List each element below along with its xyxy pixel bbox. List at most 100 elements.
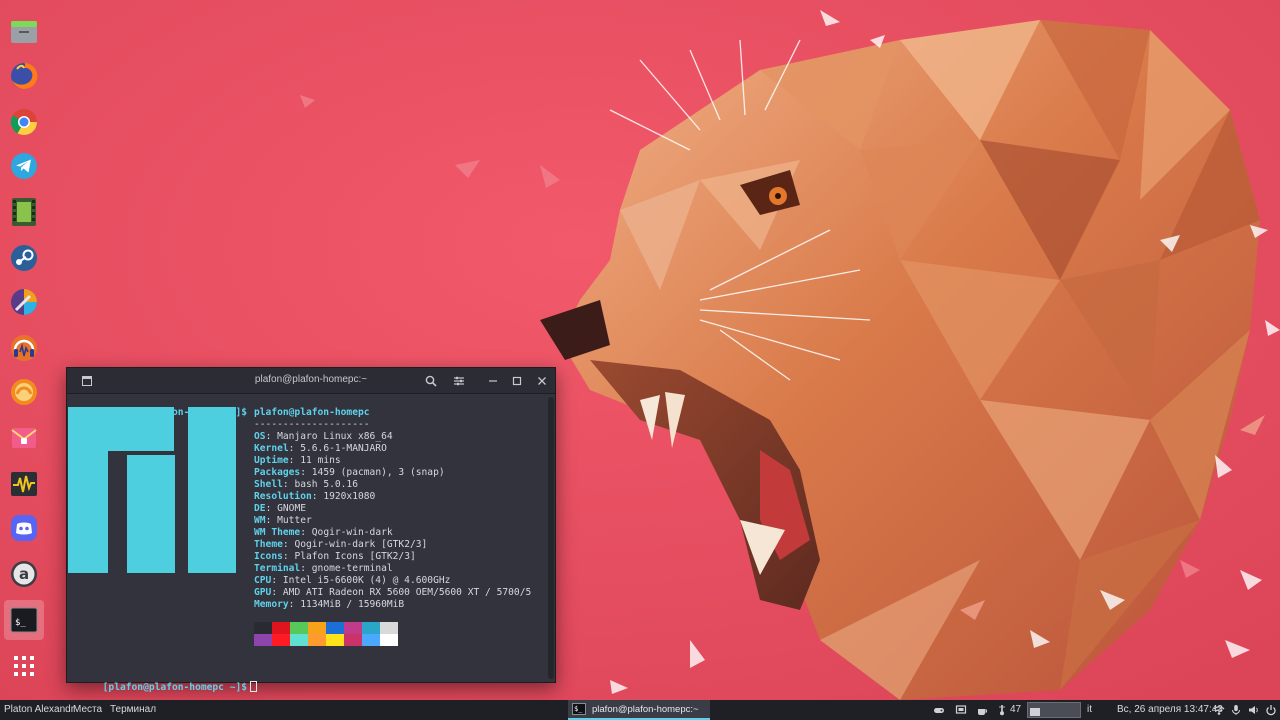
- files-icon: [11, 21, 37, 43]
- separator-line: --------------------: [254, 419, 370, 430]
- info-line: Shell: bash 5.0.16: [254, 479, 358, 490]
- color-swatch: [290, 634, 308, 646]
- audio-app-icon: [11, 335, 37, 361]
- tray-volume[interactable]: [1248, 704, 1260, 716]
- volume-icon: [1249, 706, 1258, 714]
- task-title: plafon@plafon-homepc:~: [592, 703, 699, 715]
- system-load-graph[interactable]: [1027, 702, 1081, 718]
- user-menu[interactable]: Platon Alexandr: [4, 704, 74, 715]
- info-key: Icons: [254, 551, 283, 562]
- terminal-icon: $_: [10, 607, 38, 633]
- minimize-button[interactable]: [485, 373, 501, 389]
- terminal-output[interactable]: [plafon@plafon-homepc ~]$ neofetch plafo…: [67, 395, 555, 693]
- info-line: Icons: Plafon Icons [GTK2/3]: [254, 551, 416, 562]
- search-button[interactable]: [423, 373, 439, 389]
- color-swatch: [254, 634, 272, 646]
- color-swatch: [254, 622, 272, 634]
- info-value: bash 5.0.16: [294, 479, 358, 490]
- color-swatch: [272, 634, 290, 646]
- tray-temperature[interactable]: [996, 704, 1008, 716]
- info-value: 11 mins: [300, 455, 341, 466]
- terminal-window[interactable]: plafon@plafon-homepc:~ [plafon@plafon-ho…: [66, 367, 556, 693]
- maximize-button[interactable]: [509, 373, 525, 389]
- info-value: Qogir-win-dark: [311, 527, 393, 538]
- dock-item-discord[interactable]: [4, 508, 44, 548]
- terminal-scrollbar[interactable]: [548, 397, 554, 679]
- info-value: Plafon Icons [GTK2/3]: [294, 551, 416, 562]
- tray-power[interactable]: [1265, 704, 1277, 716]
- discord-icon: [11, 515, 37, 541]
- info-key: CPU: [254, 575, 272, 586]
- dock-item-orange-app[interactable]: [4, 372, 44, 412]
- color-swatch: [308, 622, 326, 634]
- tray-network[interactable]: [1213, 704, 1225, 716]
- dock-item-system-monitor[interactable]: [4, 464, 44, 504]
- memory-bar: [1030, 708, 1040, 716]
- color-swatch: [380, 634, 398, 646]
- text-cursor: [250, 681, 258, 692]
- info-line: Memory: 1134MiB / 15960MiB: [254, 599, 405, 610]
- hamburger-menu-icon: [454, 376, 464, 386]
- dock-item-mail[interactable]: [4, 418, 44, 458]
- tray-microphone[interactable]: [1230, 704, 1242, 716]
- window-title: plafon@plafon-homepc:~: [254, 374, 368, 385]
- search-icon: [425, 375, 437, 387]
- info-line: Theme: Qogir-win-dark [GTK2/3]: [254, 539, 428, 550]
- color-swatch: [362, 622, 380, 634]
- gamepad-icon: [934, 708, 944, 713]
- dock-item-terminal[interactable]: $_: [4, 600, 44, 640]
- places-menu[interactable]: Места: [73, 704, 102, 715]
- user-host: plafon@plafon-homepc: [254, 407, 370, 418]
- power-icon: [1266, 705, 1276, 716]
- info-line: WM: Mutter: [254, 515, 312, 526]
- color-swatch: [344, 634, 362, 646]
- dock-item-video-player[interactable]: [4, 192, 44, 232]
- color-picker-icon: [11, 289, 37, 315]
- app-orange-icon: [11, 379, 37, 405]
- dock-item-color-picker[interactable]: [4, 282, 44, 322]
- clock[interactable]: Вс, 26 апреля 13:47:43: [1117, 704, 1223, 715]
- terminal-task-icon: $_: [572, 703, 586, 715]
- color-swatch: [290, 622, 308, 634]
- color-swatch: [272, 622, 290, 634]
- dock: a $_: [0, 0, 48, 700]
- taskbar: Platon Alexandr Места Терминал $_ plafon…: [0, 700, 1280, 720]
- mail-icon: [11, 428, 37, 448]
- info-value: 1134MiB / 15960MiB: [300, 599, 405, 610]
- close-button[interactable]: [534, 373, 550, 389]
- taskbar-terminal-window[interactable]: $_ plafon@plafon-homepc:~: [568, 700, 710, 720]
- info-value: GNOME: [277, 503, 307, 514]
- info-key: Packages: [254, 467, 301, 478]
- dock-item-firefox[interactable]: [4, 56, 44, 96]
- steam-icon: [11, 245, 37, 271]
- dock-item-audio[interactable]: [4, 328, 44, 368]
- info-line: CPU: Intel i5-6600K (4) @ 4.600GHz: [254, 575, 451, 586]
- info-value: AMD ATI Radeon RX 5600 OEM/5600 XT / 570…: [282, 587, 532, 598]
- tray-coffee[interactable]: [976, 704, 988, 716]
- color-swatch: [326, 634, 344, 646]
- info-value: gnome-terminal: [311, 563, 393, 574]
- terminal-titlebar[interactable]: plafon@plafon-homepc:~: [67, 368, 555, 394]
- dock-item-files[interactable]: [4, 12, 44, 52]
- info-key: WM: [254, 515, 266, 526]
- microphone-icon: [1232, 705, 1240, 715]
- tray-gamepad[interactable]: [933, 704, 945, 716]
- menu-button[interactable]: [451, 373, 467, 389]
- color-swatch: [362, 634, 380, 646]
- app-menu[interactable]: Терминал: [110, 704, 156, 715]
- system-monitor-icon: [11, 472, 37, 496]
- info-key: DE: [254, 503, 266, 514]
- dock-item-app-grid[interactable]: [4, 646, 44, 686]
- dock-item-steam[interactable]: [4, 238, 44, 278]
- info-key: Theme: [254, 539, 283, 550]
- close-icon: [538, 377, 546, 385]
- dock-item-at-app[interactable]: a: [4, 554, 44, 594]
- dock-item-chrome[interactable]: [4, 102, 44, 142]
- telegram-icon: [11, 153, 37, 179]
- color-swatch: [344, 622, 362, 634]
- tray-dropbox[interactable]: [955, 704, 967, 716]
- minimize-icon: [489, 380, 497, 382]
- info-key: GPU: [254, 587, 272, 598]
- keyboard-layout[interactable]: it: [1087, 704, 1092, 715]
- dock-item-telegram[interactable]: [4, 146, 44, 186]
